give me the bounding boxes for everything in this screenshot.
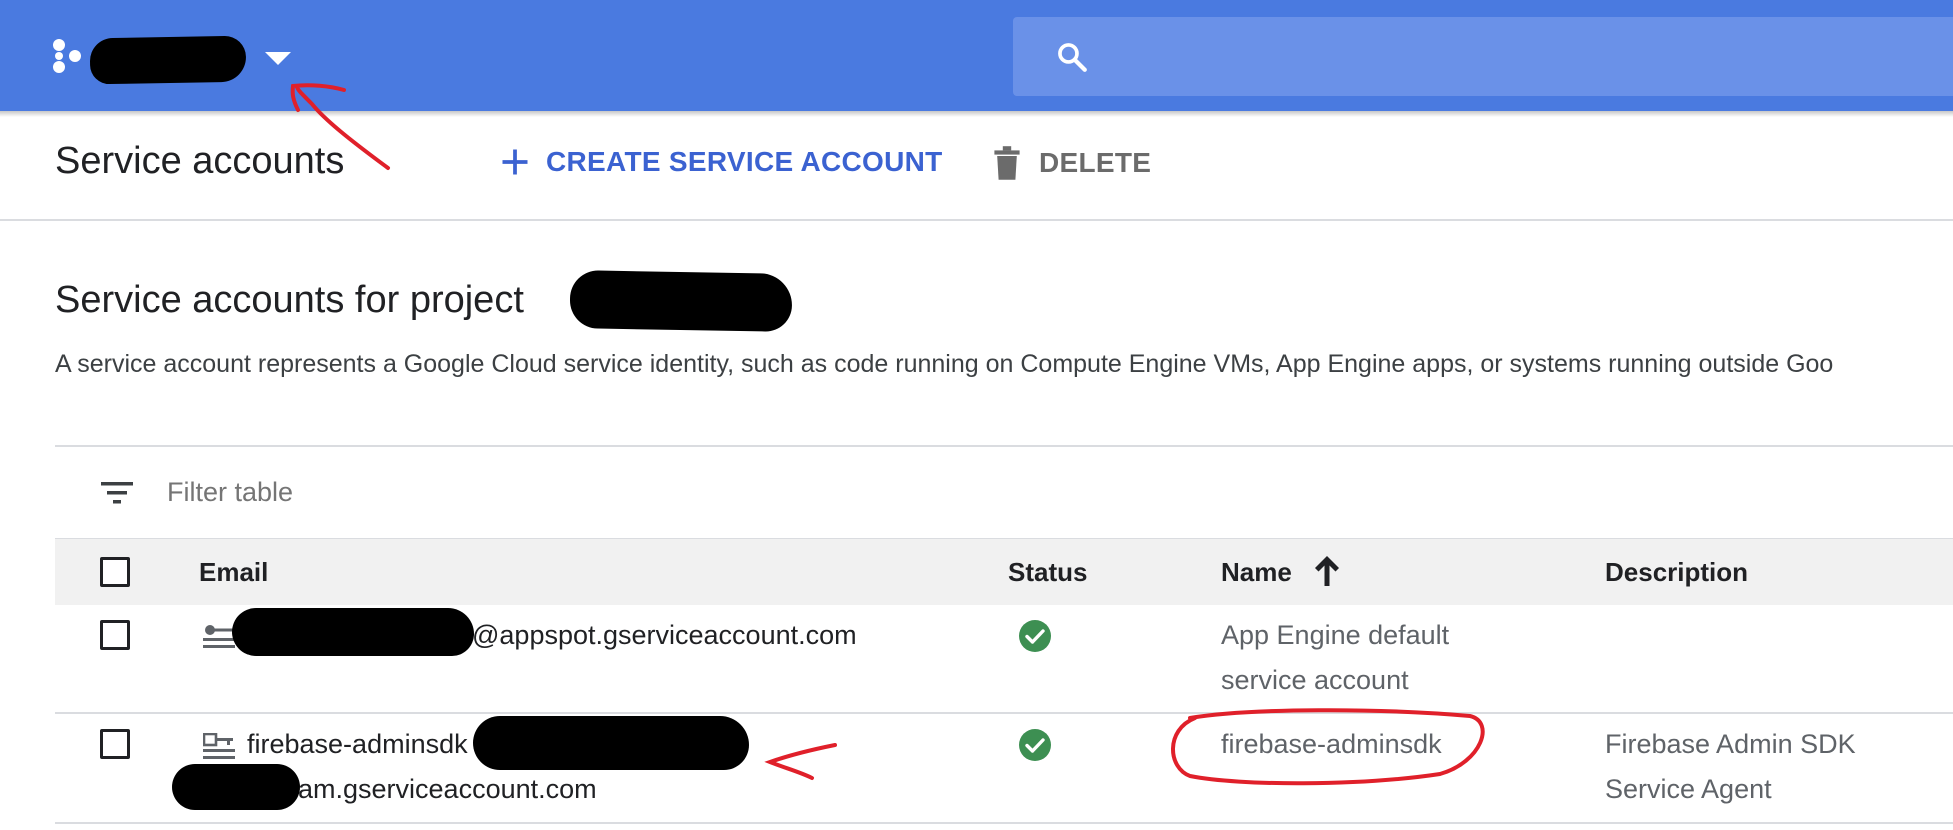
row-name-line-2: service account [1221,665,1409,695]
status-enabled-check-icon [1019,729,1051,761]
project-selector-redacted-name[interactable] [89,35,247,85]
search-bar[interactable] [1013,17,1953,96]
column-header-email[interactable]: Email [199,557,268,588]
row-checkbox[interactable] [100,620,130,650]
project-name-redacted [569,270,793,332]
toolbar-divider [0,219,1953,221]
row-email-line-2[interactable]: am.gserviceaccount.com [298,774,597,805]
hexagon-cluster-icon [53,39,81,73]
row-email[interactable]: @appspot.gserviceaccount.com [472,620,857,651]
select-all-checkbox[interactable] [100,557,130,587]
filter-table-input[interactable]: Filter table [167,477,293,508]
row-divider [55,712,1953,714]
create-service-account-button[interactable]: CREATE SERVICE ACCOUNT [500,146,943,178]
row-name: firebase-adminsdk [1221,729,1442,759]
row-divider [55,822,1953,824]
row-description-line-2: Service Agent [1605,774,1772,804]
email-redacted [172,764,300,810]
top-app-bar-shadow [0,111,1953,117]
section-description: A service account represents a Google Cl… [55,350,1834,378]
filter-list-icon[interactable] [101,480,133,506]
row-description-line-1: Firebase Admin SDK [1605,729,1856,759]
column-header-description[interactable]: Description [1605,557,1748,588]
row-email-line-1[interactable]: firebase-adminsdk [247,729,468,760]
delete-button[interactable]: DELETE [993,146,1151,180]
create-service-account-label: CREATE SERVICE ACCOUNT [546,146,943,177]
filter-divider [55,445,1953,447]
sort-ascending-arrow-icon[interactable] [1312,554,1342,588]
column-header-name[interactable]: Name [1221,557,1292,588]
red-annotation-overlay [290,83,1485,786]
project-dropdown-caret-icon[interactable] [265,52,291,65]
column-header-status[interactable]: Status [1008,557,1087,588]
status-enabled-check-icon [1019,620,1051,652]
section-title: Service accounts for project [55,279,524,321]
page-title: Service accounts [55,140,345,182]
annotation-arrow-to-email [764,743,837,780]
row-name-line-1: App Engine default [1221,620,1450,650]
row-checkbox[interactable] [100,729,130,759]
service-account-key-icon [203,733,235,759]
search-icon[interactable] [1055,40,1089,74]
service-account-key-icon [203,625,235,648]
plus-icon [502,149,528,175]
email-redacted [232,608,474,656]
delete-label: DELETE [1039,147,1152,178]
email-redacted [473,716,749,770]
trash-icon [994,146,1020,180]
